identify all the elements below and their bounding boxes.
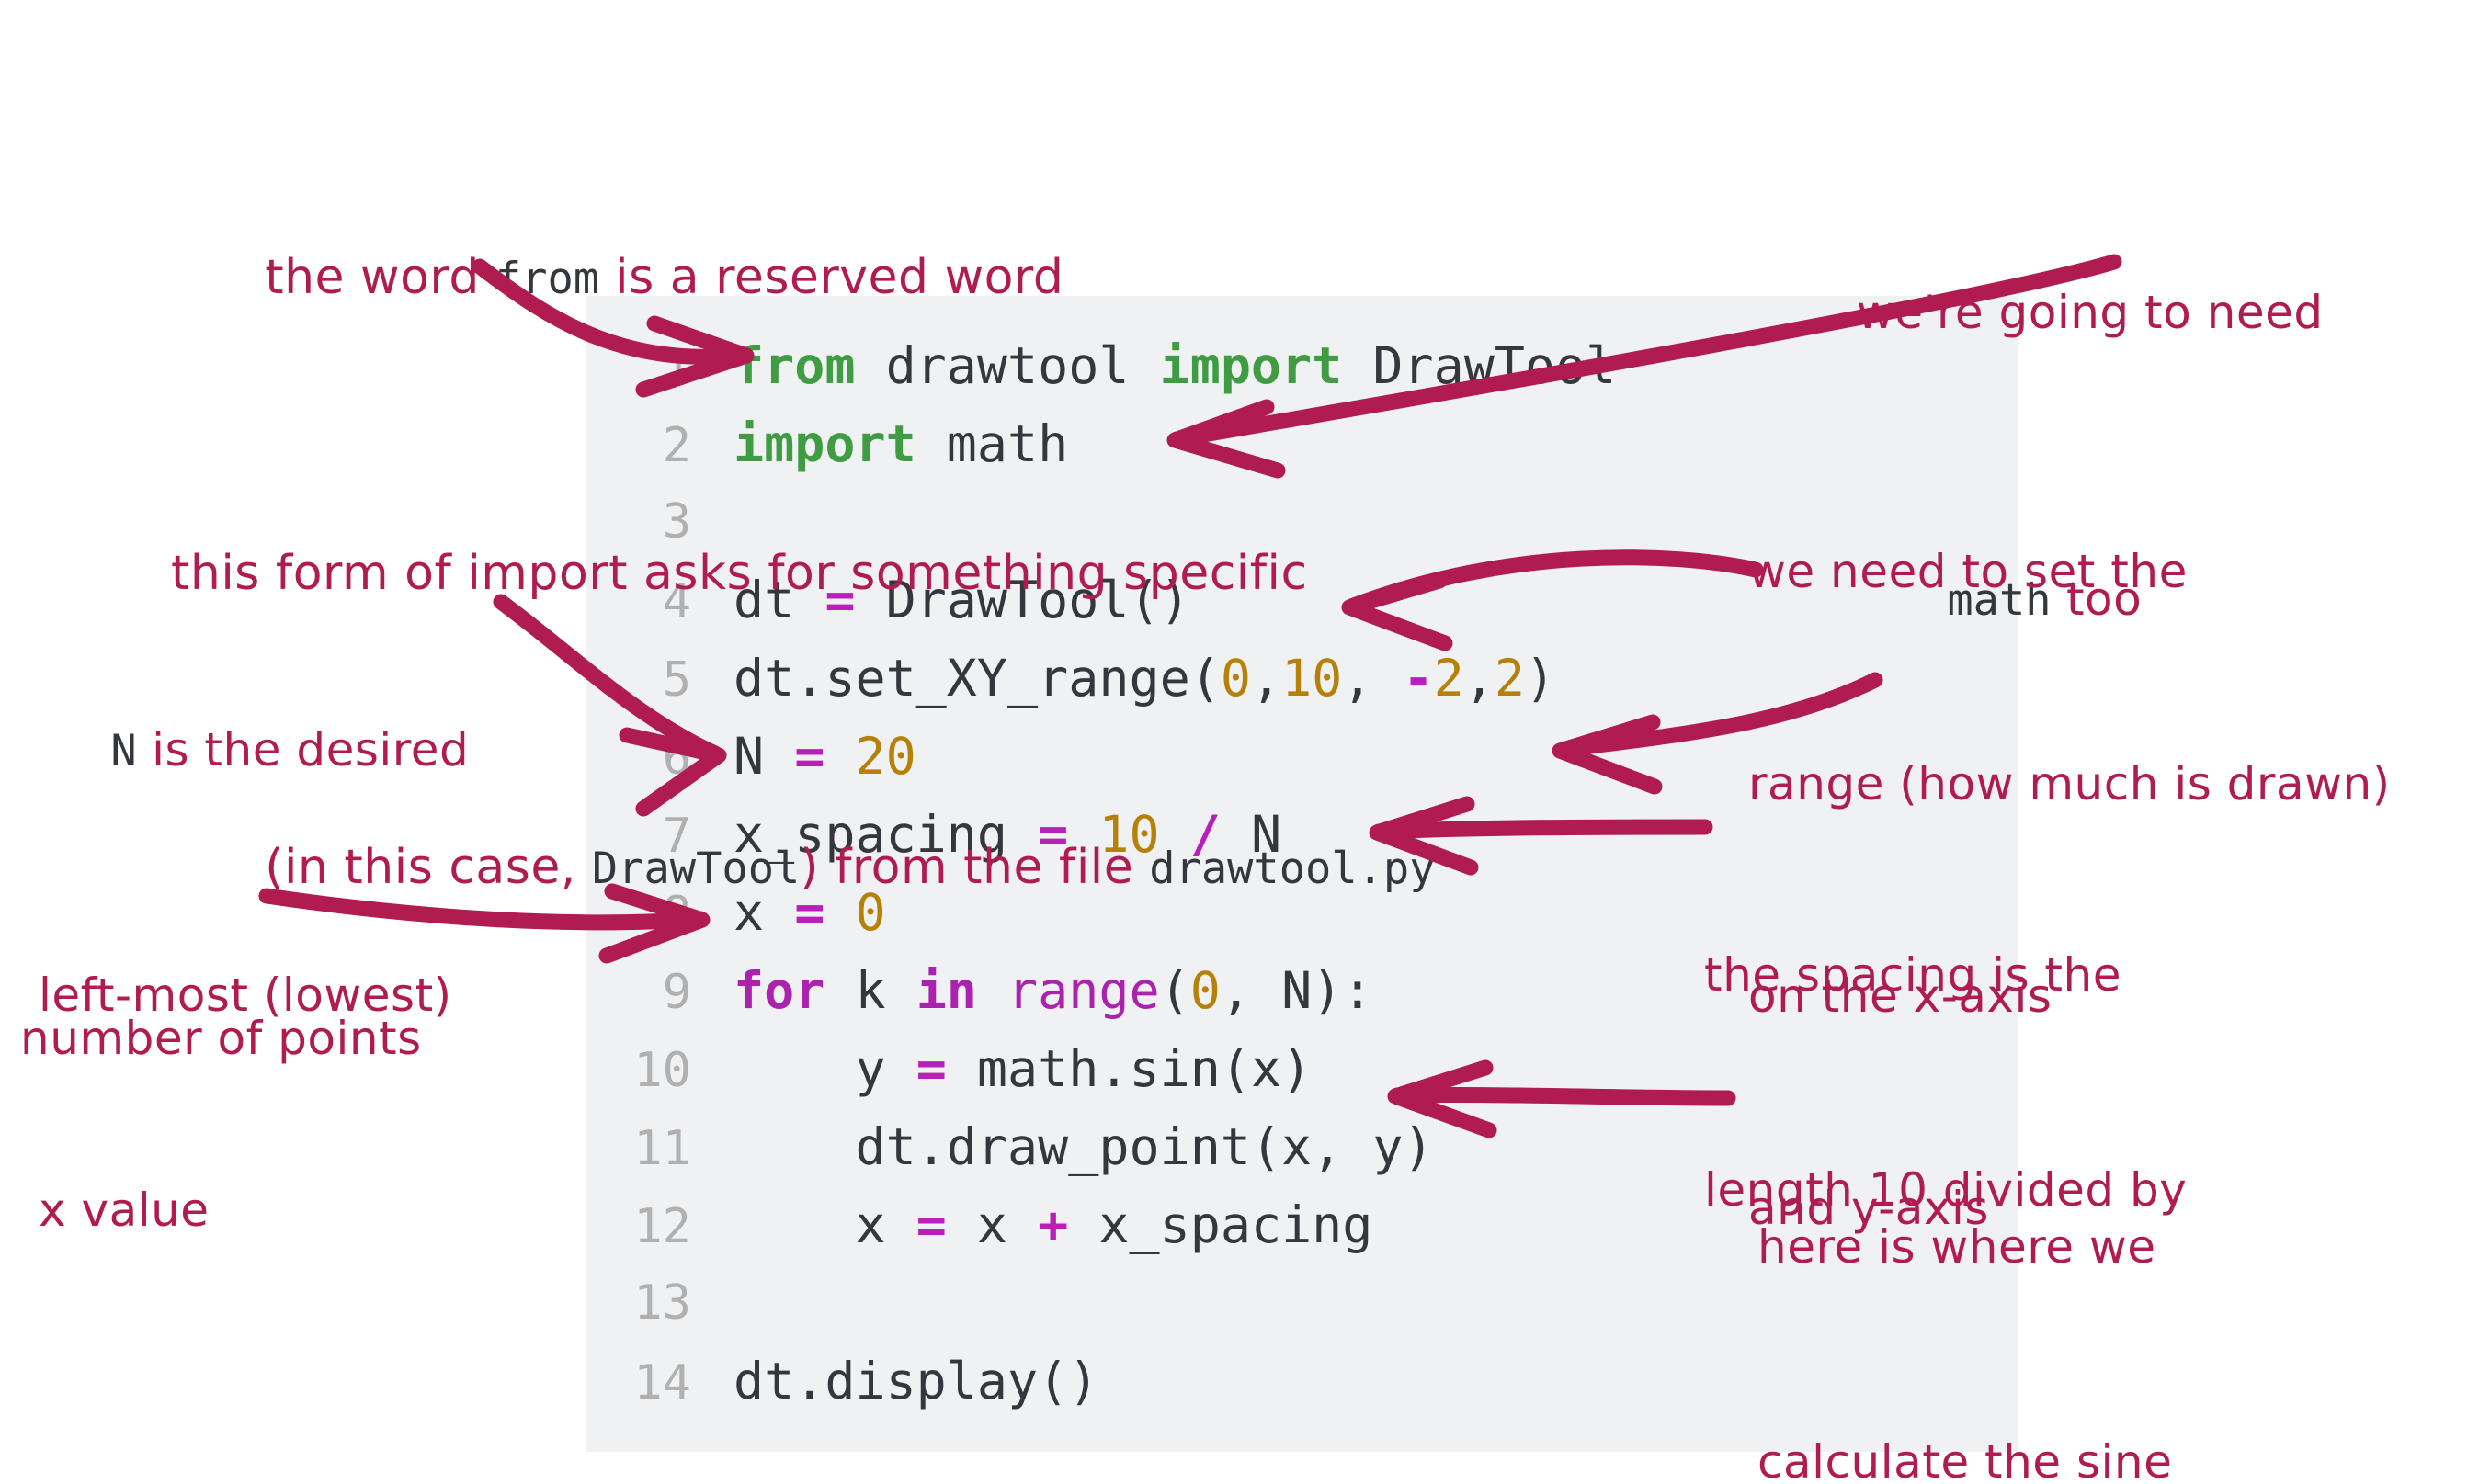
annotation-sine: here is where we calculate the sine bbox=[1757, 1068, 2172, 1484]
annotation-set-range-line1: we need to set the bbox=[1748, 545, 2188, 598]
annotation-need-math-line1: we're going to need bbox=[1857, 286, 2324, 339]
code-token: x_spacing bbox=[1068, 1195, 1373, 1254]
inline-code-from: from bbox=[495, 254, 600, 304]
annotation-lowest-x-line2: x value bbox=[39, 1184, 210, 1237]
annotation-spacing-line1: the spacing is the bbox=[1704, 948, 2121, 1002]
annotation-sine-line1: here is where we bbox=[1757, 1220, 2156, 1274]
inline-code-drawtool-py: drawtool.py bbox=[1149, 844, 1436, 894]
code-token: dt.display() bbox=[733, 1352, 1099, 1410]
code-token: ) bbox=[1525, 649, 1556, 708]
code-token: x bbox=[946, 1195, 1039, 1254]
text-fragment: ) from the file bbox=[800, 840, 1150, 895]
text-fragment: is a reserved word bbox=[599, 250, 1064, 305]
code-token: 2 bbox=[1433, 649, 1464, 708]
text-fragment: is the desired bbox=[136, 723, 470, 776]
inline-code-drawtool-class: DrawTool bbox=[591, 844, 801, 894]
annotated-code-figure: 1 from drawtool import DrawTool 2 import ma… bbox=[0, 0, 2479, 1484]
code-token: = bbox=[915, 1195, 947, 1254]
code-line-text: dt.display() bbox=[733, 1342, 1098, 1421]
annotation-lowest-x-line1: left-most (lowest) bbox=[39, 969, 452, 1022]
code-token: 2 bbox=[1494, 649, 1526, 708]
code-line-number: 13 bbox=[633, 1275, 691, 1331]
code-line-number: 14 bbox=[633, 1355, 691, 1410]
code-token: + bbox=[1038, 1195, 1069, 1254]
annotation-from-reserved-line1: the word from is a reserved word bbox=[171, 167, 1436, 390]
code-token: x bbox=[733, 1195, 916, 1254]
annotation-lowest-x: left-most (lowest) x value bbox=[39, 816, 452, 1389]
code-token: , bbox=[1463, 649, 1495, 708]
text-fragment: the word bbox=[265, 250, 495, 305]
code-line-number: 12 bbox=[633, 1199, 691, 1254]
code-line-text: x = x + x_spacing bbox=[733, 1186, 1372, 1264]
inline-code-n: N bbox=[110, 726, 137, 776]
annotation-sine-line2: calculate the sine bbox=[1757, 1435, 2173, 1484]
